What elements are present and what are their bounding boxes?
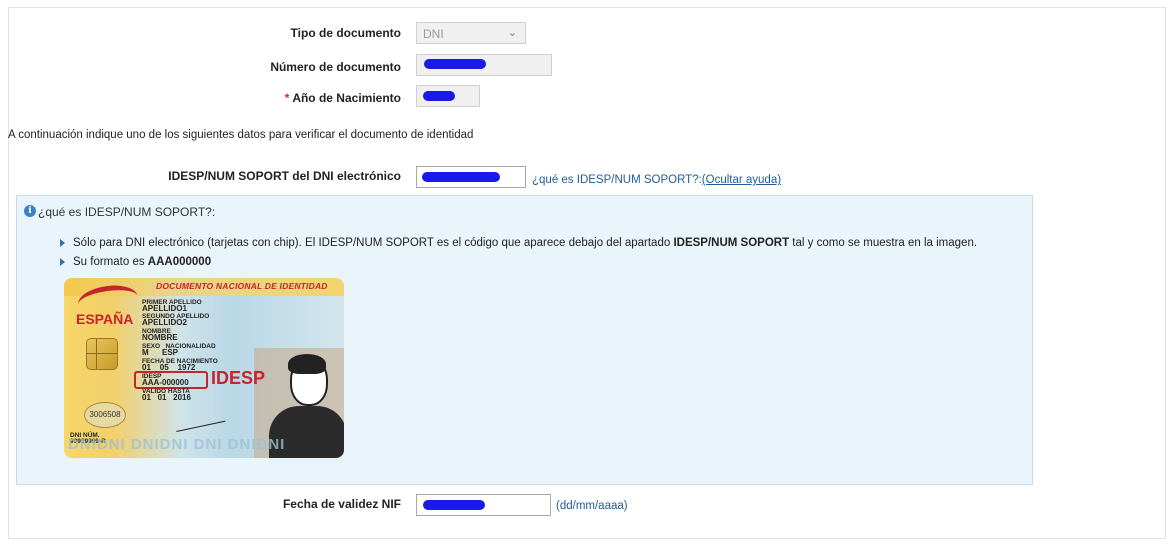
dni-card-image: DOCUMENTO NACIONAL DE IDENTIDAD ESPAÑA P…: [64, 278, 344, 458]
info-circle-icon: i: [24, 205, 36, 217]
ano-nacimiento-text: Año de Nacimiento: [292, 91, 401, 105]
numero-documento-label: Número de documento: [270, 60, 401, 74]
card-apellido2: APELLIDO2: [142, 318, 187, 327]
help-bullet-2: Su formato es AAA000000: [60, 256, 211, 268]
redaction-mark: [424, 59, 486, 69]
card-header: DOCUMENTO NACIONAL DE IDENTIDAD: [156, 281, 328, 291]
chip-icon: [86, 338, 118, 370]
card-nombre: NOMBRE: [142, 333, 178, 342]
tipo-documento-select[interactable]: DNI ⌄: [416, 22, 526, 44]
ano-nacimiento-label: * Año de Nacimiento: [285, 91, 401, 105]
tipo-documento-value: DNI: [423, 27, 444, 41]
idesp-highlight-box: [134, 371, 208, 389]
card-seal: 3006508: [84, 402, 126, 428]
card-apellido1: APELLIDO1: [142, 304, 187, 313]
photo-hair: [288, 354, 326, 374]
triangle-bullet-icon: [60, 238, 65, 247]
help-title: ¿qué es IDESP/NUM SOPORT?:: [38, 205, 216, 219]
help-panel: i ¿qué es IDESP/NUM SOPORT?: Sólo para D…: [16, 195, 1033, 485]
help-bullet-1-text: Sólo para DNI electrónico (tarjetas con …: [73, 237, 674, 249]
help-bullet-1: Sólo para DNI electrónico (tarjetas con …: [60, 237, 977, 249]
help-bullet-2-bold: AAA000000: [147, 256, 212, 268]
tipo-documento-label: Tipo de documento: [290, 26, 401, 40]
card-signature: [172, 403, 226, 432]
help-bullet-1-bold: IDESP/NUM SOPORT: [673, 237, 790, 249]
idesp-callout: IDESP: [211, 368, 266, 388]
idesp-help-link[interactable]: ¿qué es IDESP/NUM SOPORT?:: [532, 174, 702, 186]
redaction-mark: [422, 172, 500, 182]
chevron-down-icon: ⌄: [507, 27, 517, 39]
fecha-format-hint: (dd/mm/aaaa): [556, 500, 628, 512]
help-bullet-2-text: Su formato es: [73, 256, 148, 268]
triangle-bullet-icon: [60, 257, 65, 266]
required-marker: *: [284, 91, 290, 105]
ocultar-ayuda-link[interactable]: (Ocultar ayuda): [702, 174, 781, 186]
redaction-mark: [423, 91, 455, 101]
card-sexo-nac: M ESP: [142, 348, 179, 357]
card-watermark: DNIDNI DNIDNI DNI DNIDNI: [68, 436, 286, 453]
fecha-validez-label: Fecha de validez NIF: [282, 497, 401, 511]
idesp-help-links: ¿qué es IDESP/NUM SOPORT?:(Ocultar ayuda…: [532, 172, 781, 186]
help-bullet-1-end: tal y como se muestra en la imagen.: [789, 237, 978, 249]
card-country: ESPAÑA: [76, 311, 134, 327]
intro-text: A continuación indique uno de los siguie…: [8, 129, 474, 141]
idesp-label: IDESP/NUM SOPORT del DNI electrónico: [168, 169, 401, 183]
card-valido: 01 01 2016: [142, 393, 191, 402]
redaction-mark: [423, 500, 485, 510]
